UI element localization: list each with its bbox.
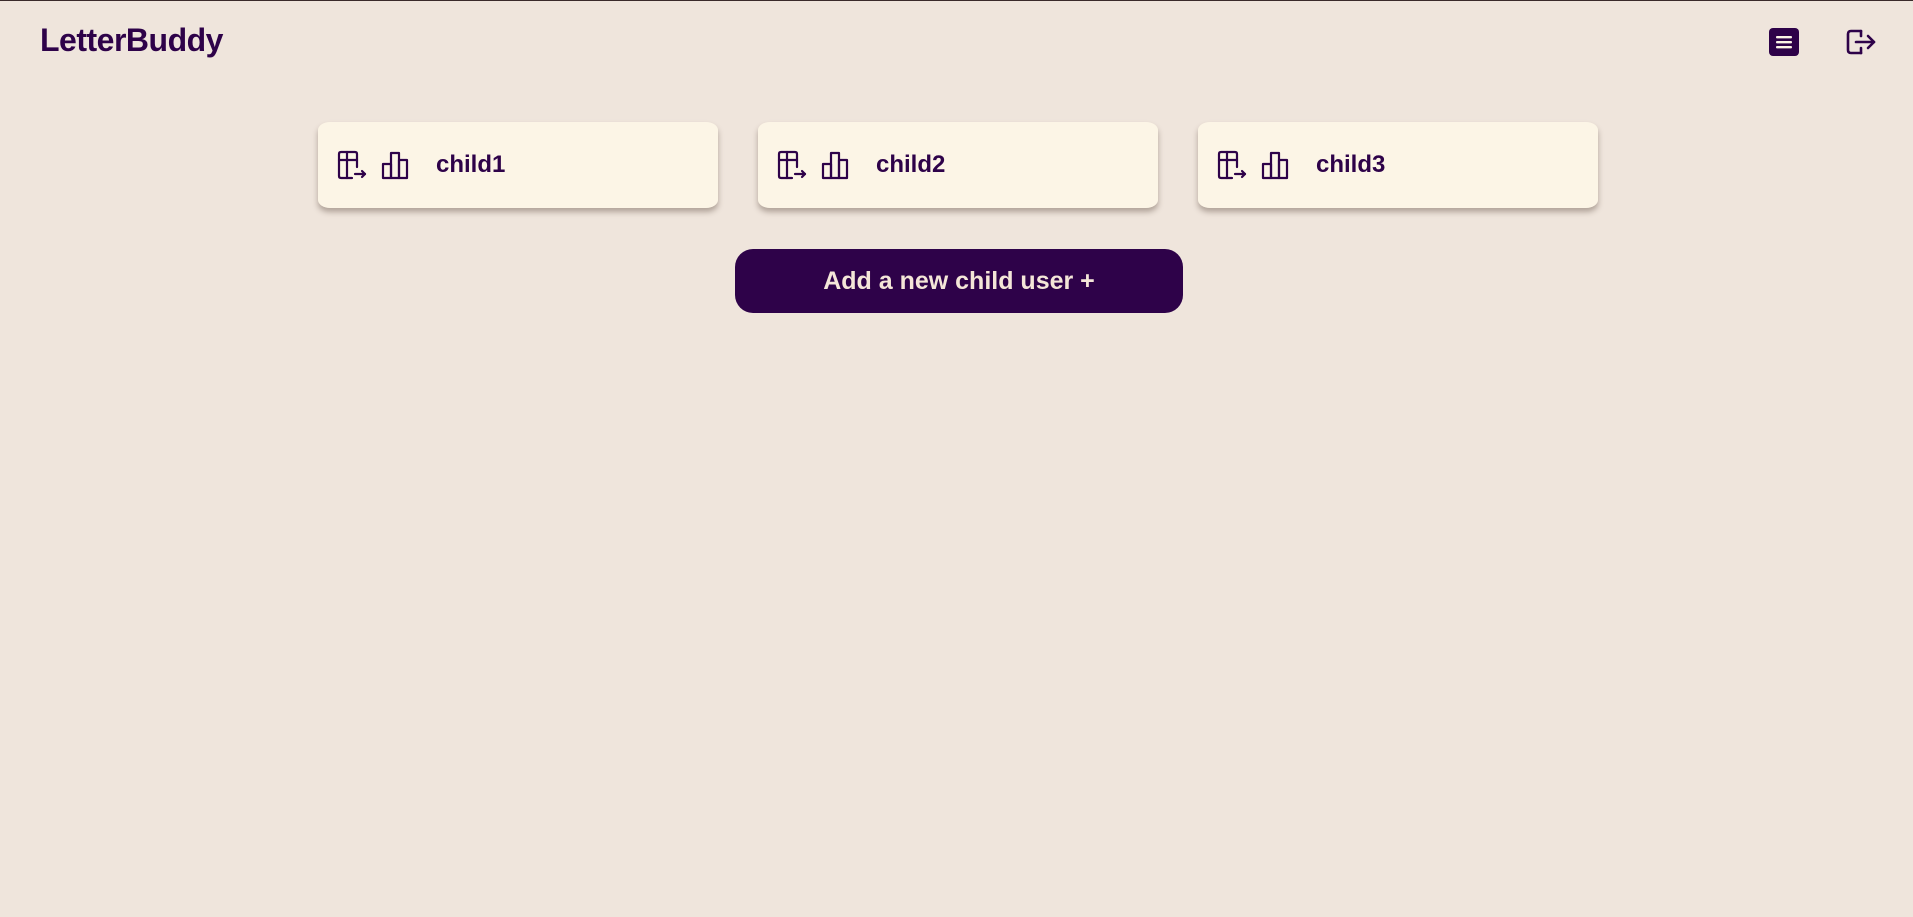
- logout-icon: [1845, 27, 1877, 57]
- child-name[interactable]: child2: [876, 151, 945, 179]
- table-export-icon[interactable]: [336, 149, 368, 181]
- list-menu-icon: [1769, 28, 1799, 56]
- child-name[interactable]: child1: [436, 151, 505, 179]
- child-card: child3: [1198, 122, 1598, 208]
- child-card: child2: [758, 122, 1158, 208]
- add-child-button[interactable]: Add a new child user +: [735, 249, 1183, 313]
- menu-button[interactable]: [1768, 26, 1800, 58]
- bar-chart-icon[interactable]: [1260, 149, 1292, 181]
- app-header: LetterBuddy: [0, 0, 1913, 84]
- child-card: child1: [318, 122, 718, 208]
- app-brand[interactable]: LetterBuddy: [40, 22, 223, 59]
- bar-chart-icon[interactable]: [380, 149, 412, 181]
- bar-chart-icon[interactable]: [820, 149, 852, 181]
- child-name[interactable]: child3: [1316, 151, 1385, 179]
- child-list: child1 child2 child3: [318, 122, 1598, 208]
- table-export-icon[interactable]: [776, 149, 808, 181]
- logout-button[interactable]: [1845, 26, 1877, 58]
- table-export-icon[interactable]: [1216, 149, 1248, 181]
